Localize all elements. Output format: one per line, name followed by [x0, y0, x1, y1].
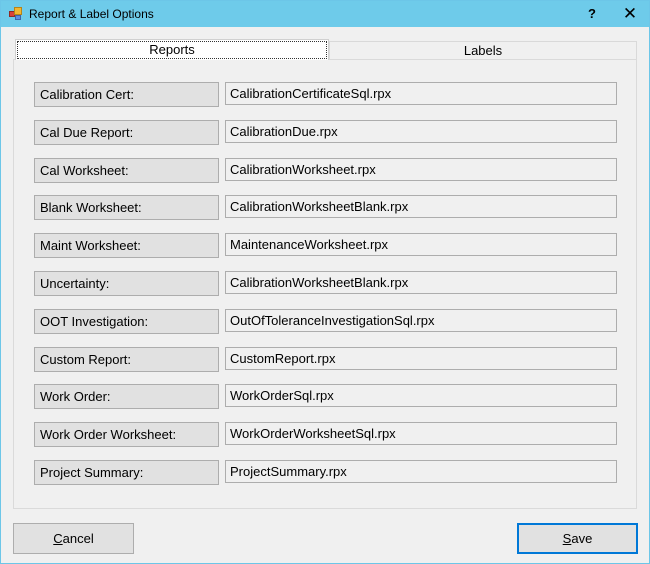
title-bar[interactable]: Report & Label Options ? ✕ [1, 1, 649, 27]
report-file-input[interactable] [225, 347, 617, 370]
tab-reports[interactable]: Reports [15, 39, 329, 60]
mnemonic: C [53, 531, 63, 546]
report-label-button[interactable]: OOT Investigation: [34, 309, 219, 334]
report-label-button[interactable]: Maint Worksheet: [34, 233, 219, 258]
cancel-button[interactable]: Cancel [13, 523, 134, 554]
report-file-input[interactable] [225, 195, 617, 218]
report-file-input[interactable] [225, 271, 617, 294]
button-label: ancel [62, 531, 94, 546]
report-file-input[interactable] [225, 82, 617, 105]
report-label-options-dialog: Report & Label Options ? ✕ Reports Label… [0, 0, 650, 564]
report-label-button[interactable]: Work Order: [34, 384, 219, 409]
report-file-input[interactable] [225, 309, 617, 332]
help-button[interactable]: ? [579, 1, 605, 27]
focus-rectangle [17, 41, 327, 59]
tab-labels[interactable]: Labels [329, 41, 637, 59]
report-file-input[interactable] [225, 422, 617, 445]
report-label-button[interactable]: Cal Worksheet: [34, 158, 219, 183]
help-icon: ? [588, 6, 596, 21]
tab-strip: Reports Labels [13, 39, 637, 60]
report-label-button[interactable]: Cal Due Report: [34, 120, 219, 145]
report-file-input[interactable] [225, 120, 617, 143]
report-label-button[interactable]: Project Summary: [34, 460, 219, 485]
report-label-button[interactable]: Calibration Cert: [34, 82, 219, 107]
report-label-button[interactable]: Work Order Worksheet: [34, 422, 219, 447]
save-button[interactable]: Save [517, 523, 638, 554]
report-label-button[interactable]: Custom Report: [34, 347, 219, 372]
close-icon: ✕ [622, 4, 638, 23]
close-button[interactable]: ✕ [613, 1, 647, 27]
report-file-input[interactable] [225, 158, 617, 181]
button-label: ave [571, 531, 593, 546]
window-title: Report & Label Options [29, 7, 154, 21]
app-icon [9, 7, 23, 21]
tab-label: Labels [463, 43, 503, 58]
report-file-input[interactable] [225, 460, 617, 483]
report-label-button[interactable]: Blank Worksheet: [34, 195, 219, 220]
report-file-input[interactable] [225, 233, 617, 256]
report-file-input[interactable] [225, 384, 617, 407]
report-label-button[interactable]: Uncertainty: [34, 271, 219, 296]
